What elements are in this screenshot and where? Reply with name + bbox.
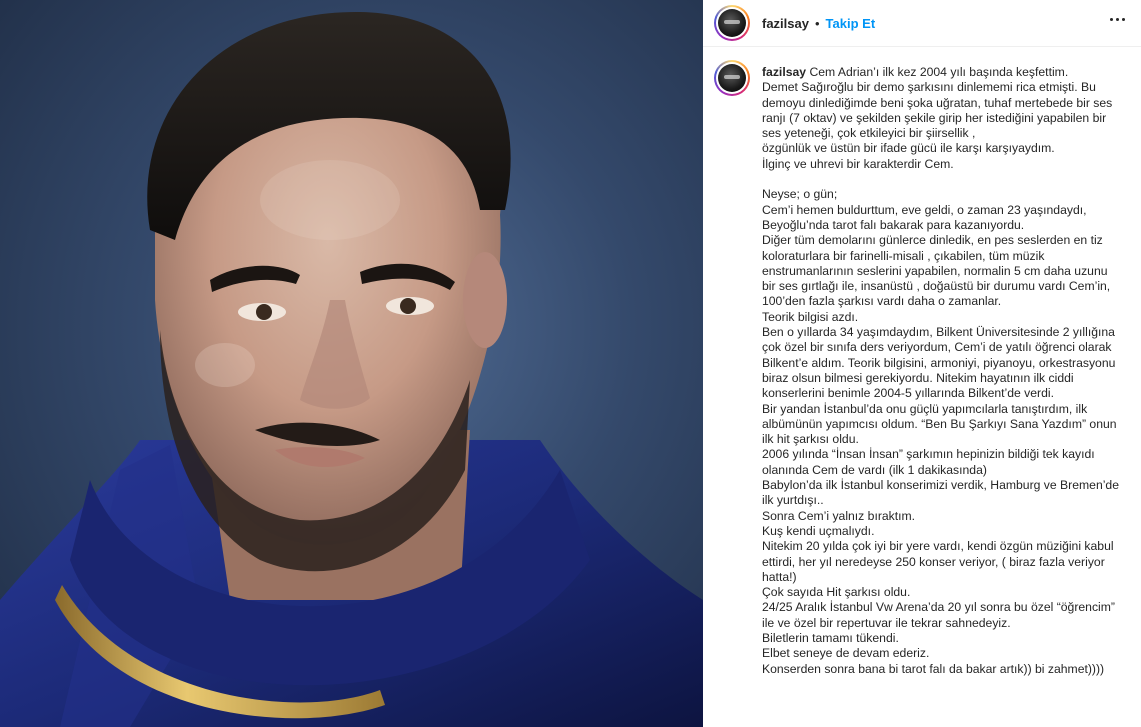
caption-line: Sonra Cem’i yalnız bıraktım. [762, 508, 916, 523]
caption-line: Cem Adrian’ı ilk kez 2004 yılı başında k… [809, 65, 1069, 79]
caption-line: Babylon’da ilk İstanbul konserimizi verd… [762, 478, 1123, 508]
caption-line: Biletlerin tamamı tükendi. [762, 630, 899, 645]
caption-line: Cem’i hemen buldurttum, eve geldi, o zam… [762, 202, 1090, 232]
caption-line: Diğer tüm demolarını günlerce dinledik, … [762, 233, 1114, 309]
caption-line: Neyse; o gün; [762, 187, 838, 202]
post-header: fazilsay • Takip Et [703, 0, 1141, 47]
caption-line: Elbet seneye de devam ederiz. [762, 646, 930, 661]
post-side-panel: fazilsay • Takip Et fazilsay Cem Adrian’… [703, 0, 1141, 727]
caption-line: özgünlük ve üstün bir ifade gücü ile kar… [762, 141, 1055, 156]
caption-line: İlginç ve uhrevi bir karakterdir Cem. [762, 156, 954, 171]
caption-line: 2006 yılında “İnsan İnsan” şarkımın hepi… [762, 447, 1099, 477]
caption-line: 24/25 Aralık İstanbul Vw Arena’da 20 yıl… [762, 600, 1119, 630]
caption-avatar[interactable] [714, 60, 750, 96]
caption-line: Teorik bilgisi azdı. [762, 309, 859, 324]
post-photo[interactable] [0, 0, 703, 727]
caption-line: Nitekim 20 yılda çok iyi bir yere vardı,… [762, 539, 1117, 584]
caption-line: Demet Sağıroğlu bir demo şarkısını dinle… [762, 80, 1116, 141]
caption-line: Bir yandan İstanbul’da onu güçlü yapımcı… [762, 401, 1120, 447]
more-options-icon[interactable] [1110, 18, 1125, 21]
post-caption: fazilsay Cem Adrian’ı ilk kez 2004 yılı … [714, 60, 1134, 677]
caption-line: Kuş kendi uçmalıydı. [762, 523, 875, 538]
caption-line: Konserden sonra bana bi tarot falı da ba… [762, 661, 1105, 676]
caption-username[interactable]: fazilsay [762, 65, 806, 79]
caption-line: Çok sayıda Hit şarkısı oldu. [762, 585, 911, 600]
caption-text: fazilsay Cem Adrian’ı ilk kez 2004 yılı … [762, 65, 1122, 677]
portrait-image [0, 11, 703, 727]
caption-line: Ben o yıllarda 34 yaşımdaydım, Bilkent Ü… [762, 325, 1119, 401]
follow-button[interactable]: Takip Et [826, 16, 876, 31]
separator-dot: • [814, 15, 820, 31]
profile-avatar[interactable] [714, 5, 750, 41]
username-link[interactable]: fazilsay [762, 16, 809, 31]
